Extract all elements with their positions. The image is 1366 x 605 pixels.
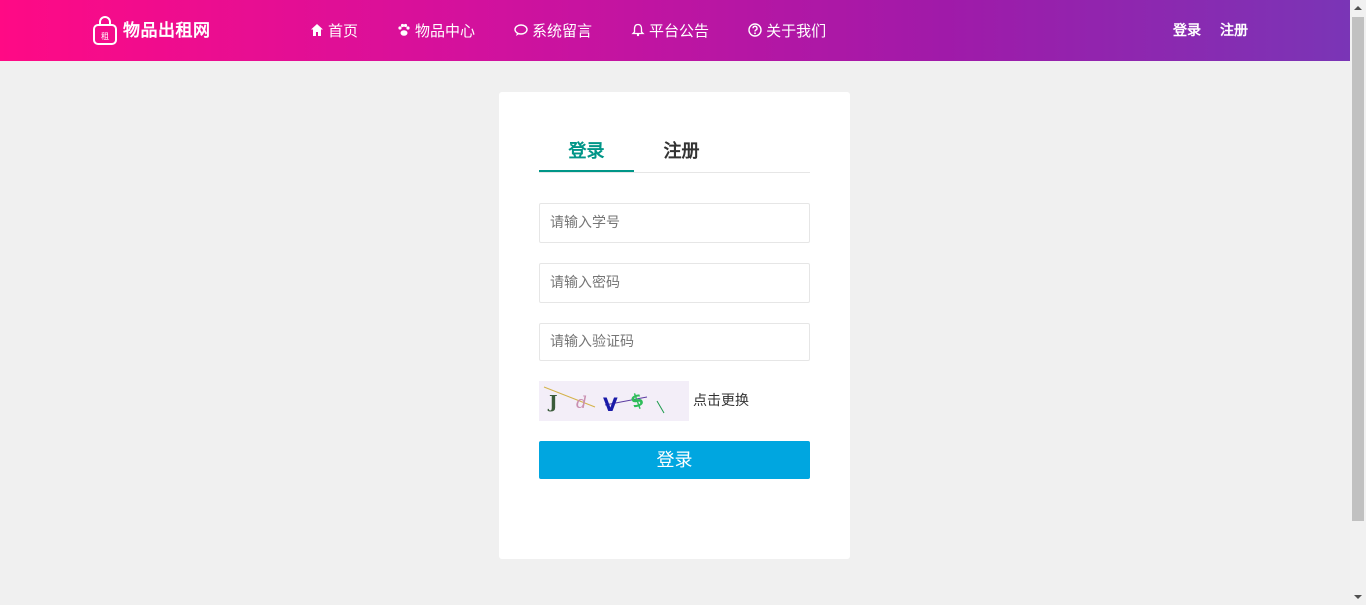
login-card: 登录 注册 J d V $ 点击更换 登录 — [499, 92, 850, 559]
page-scrollbar[interactable] — [1350, 0, 1366, 605]
captcha-char-1: J — [547, 392, 558, 413]
logo-char: 租 — [101, 32, 109, 41]
captcha-image[interactable]: J d V $ — [539, 381, 689, 421]
nav-home[interactable]: 首页 — [310, 18, 358, 42]
header-register-link[interactable]: 注册 — [1220, 21, 1248, 41]
captcha-input[interactable] — [539, 323, 810, 361]
captcha-char-3: V — [603, 394, 618, 416]
nav-home-label: 首页 — [328, 21, 359, 40]
captcha-graphic: J d V $ — [543, 386, 665, 416]
password-input[interactable] — [539, 263, 810, 303]
header-login-link[interactable]: 登录 — [1173, 21, 1201, 41]
tab-register[interactable]: 注册 — [634, 134, 729, 172]
nav-announcements-label: 平台公告 — [649, 21, 710, 40]
nav-items-center[interactable]: 物品中心 — [397, 18, 475, 42]
chat-bubble-icon — [514, 24, 528, 36]
login-submit-button[interactable]: 登录 — [539, 441, 810, 479]
nav-about-label: 关于我们 — [766, 21, 827, 40]
nav-items-center-label: 物品中心 — [415, 21, 476, 40]
scroll-down-arrow-icon[interactable] — [1350, 589, 1366, 605]
bell-icon — [631, 23, 645, 37]
top-navbar: 租 物品出租网 首页 物品中心 系统留言 平台公告 关于我们 登录 注册 — [0, 0, 1350, 61]
nav-messages[interactable]: 系统留言 — [514, 18, 592, 42]
nav-about[interactable]: 关于我们 — [748, 18, 826, 42]
brand-logo[interactable]: 租 物品出租网 — [92, 15, 211, 47]
paw-icon — [398, 23, 410, 36]
brand-name: 物品出租网 — [123, 21, 211, 41]
scroll-up-arrow-icon[interactable] — [1350, 0, 1366, 16]
auth-links: 登录 注册 — [1173, 21, 1267, 41]
nav-announcements[interactable]: 平台公告 — [631, 18, 709, 42]
captcha-char-4: $ — [628, 389, 647, 413]
shopping-bag-icon: 租 — [93, 16, 117, 45]
scrollbar-thumb[interactable] — [1352, 17, 1364, 521]
captcha-refresh-link[interactable]: 点击更换 — [693, 391, 749, 411]
tab-login[interactable]: 登录 — [539, 134, 634, 172]
home-icon — [311, 24, 323, 36]
question-circle-icon — [748, 23, 762, 37]
captcha-char-2: d — [576, 393, 587, 413]
main-nav: 首页 物品中心 系统留言 平台公告 关于我们 — [310, 18, 865, 42]
student-id-input[interactable] — [539, 203, 810, 243]
nav-messages-label: 系统留言 — [532, 21, 593, 40]
auth-tabs: 登录 注册 — [539, 134, 810, 173]
